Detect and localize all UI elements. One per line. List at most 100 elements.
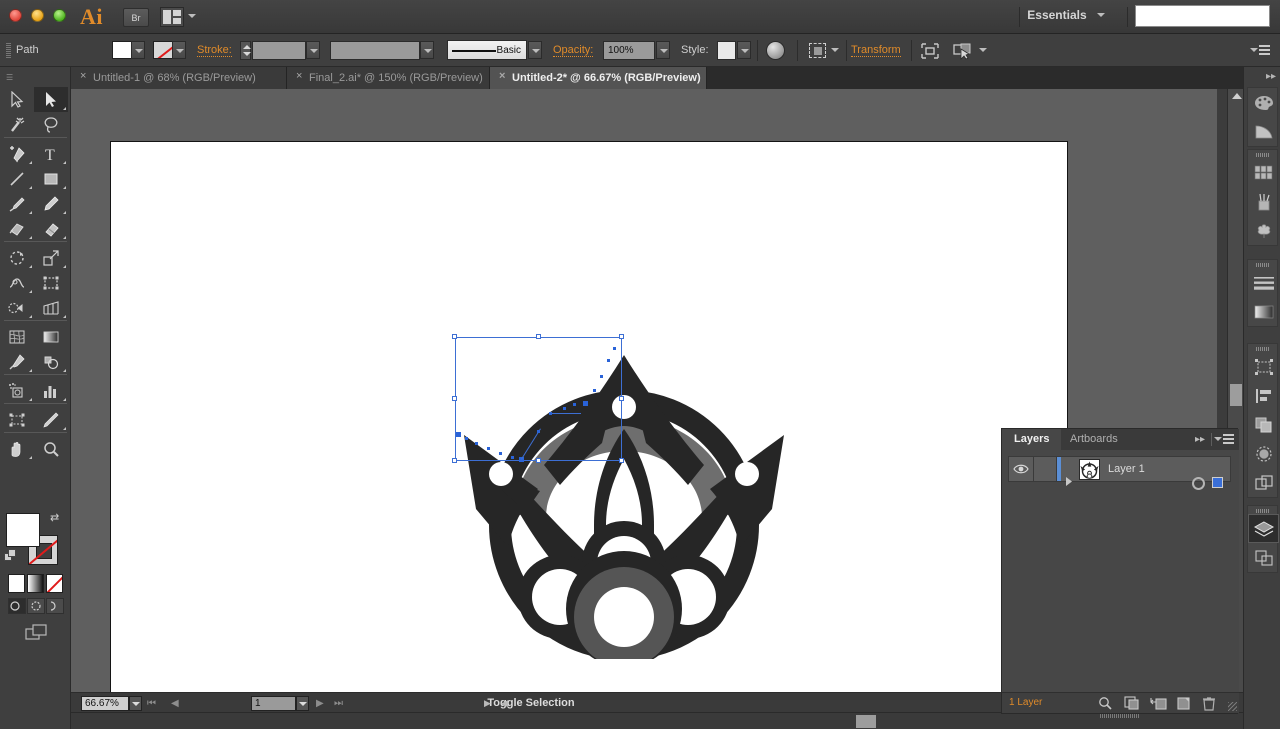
panel-menu-icon[interactable] [1214, 434, 1234, 446]
stroke-weight-field[interactable] [252, 41, 306, 60]
brush-definition-dropdown[interactable] [528, 41, 542, 59]
draw-normal-button[interactable] [8, 598, 26, 614]
layer-visibility-toggle[interactable] [1009, 457, 1033, 481]
horizontal-scrollbar[interactable] [71, 712, 1243, 729]
close-icon[interactable]: × [296, 71, 304, 82]
scroll-up-arrow[interactable] [1232, 93, 1242, 99]
mesh-tool[interactable] [0, 324, 34, 349]
page-number-field[interactable]: 1 [251, 696, 296, 711]
control-panel-menu-icon[interactable] [1250, 45, 1270, 57]
opacity-label[interactable]: Opacity: [553, 44, 594, 57]
shape-builder-tool[interactable] [0, 295, 34, 320]
appearance-panel-icon[interactable] [1248, 468, 1279, 497]
brush-definition-field[interactable]: Basic [447, 40, 527, 60]
gradient-panel-icon[interactable] [1248, 297, 1279, 326]
color-mode-button[interactable] [8, 574, 25, 593]
perspective-grid-tool[interactable] [34, 295, 68, 320]
pencil-tool[interactable] [34, 191, 68, 216]
maximize-button[interactable] [53, 9, 66, 22]
stroke-profile-dropdown[interactable] [420, 41, 434, 59]
status-resize-arrow[interactable]: ◀ [501, 698, 508, 709]
selection-handle-br[interactable] [619, 458, 624, 463]
close-icon[interactable]: × [80, 71, 88, 82]
screen-mode-button[interactable] [25, 624, 47, 642]
brushes-panel-icon[interactable] [1248, 187, 1279, 216]
fill-dropdown-button[interactable] [131, 41, 145, 59]
paintbrush-tool[interactable] [0, 191, 34, 216]
workspace-switcher[interactable]: Essentials [1027, 8, 1105, 22]
stroke-weight-dropdown[interactable] [306, 41, 320, 59]
type-tool[interactable]: T [34, 141, 68, 166]
stroke-dropdown-button[interactable] [172, 41, 186, 59]
tab-layers[interactable]: Layers [1002, 429, 1062, 450]
create-new-sublayer-icon[interactable] [1150, 696, 1167, 711]
width-tool[interactable] [0, 270, 34, 295]
draw-inside-button[interactable] [46, 598, 64, 614]
opacity-dropdown[interactable] [656, 41, 670, 59]
pen-tool[interactable] [0, 141, 34, 166]
search-input[interactable] [1135, 5, 1270, 27]
transparency-panel-icon[interactable] [1248, 439, 1279, 468]
align-icon[interactable] [809, 43, 826, 58]
symbol-sprayer-tool[interactable] [0, 378, 34, 403]
none-mode-button[interactable] [46, 574, 63, 593]
vertical-scroll-thumb[interactable] [1230, 384, 1242, 406]
status-menu-arrow[interactable]: ▶ [484, 698, 491, 709]
blend-tool[interactable] [34, 349, 68, 374]
free-transform-tool[interactable] [34, 270, 68, 295]
make-clipping-mask-icon[interactable] [1124, 696, 1140, 711]
control-bar-grip[interactable] [6, 43, 11, 59]
dock-group-grip[interactable] [1256, 509, 1270, 513]
minimize-button[interactable] [31, 9, 44, 22]
dock-group-grip[interactable] [1256, 347, 1270, 351]
chevron-down-icon[interactable] [188, 14, 196, 18]
artboards-panel-icon[interactable] [1248, 352, 1279, 381]
panel-drag-grip[interactable] [1099, 714, 1140, 718]
dock-group-grip[interactable] [1256, 153, 1270, 157]
document-tab-1[interactable]: × Untitled-1 @ 68% (RGB/Preview) [71, 67, 287, 89]
align-panel-icon[interactable] [1248, 381, 1279, 410]
artboard-tool[interactable] [0, 407, 34, 432]
opacity-field[interactable]: 100% [603, 41, 655, 60]
eyedropper-tool[interactable] [0, 349, 34, 374]
layers-panel-icon[interactable] [1248, 514, 1279, 543]
chevron-down-icon[interactable] [979, 48, 987, 52]
select-similar-icon[interactable] [952, 42, 974, 60]
transform-link[interactable]: Transform [851, 44, 901, 57]
graphic-style-dropdown[interactable] [737, 41, 751, 59]
swap-fill-stroke-icon[interactable]: ⇄ [50, 511, 59, 524]
dock-group-grip[interactable] [1256, 263, 1270, 267]
stroke-panel-icon[interactable] [1248, 268, 1279, 297]
rotate-tool[interactable] [0, 245, 34, 270]
layers-list[interactable]: Layer 1 [1002, 450, 1239, 694]
table-row[interactable]: Layer 1 [1008, 456, 1231, 490]
zoom-level-field[interactable]: 66.67% [81, 696, 129, 711]
eraser-tool[interactable] [34, 216, 68, 241]
color-guide-panel-icon[interactable] [1248, 117, 1279, 146]
blob-brush-tool[interactable] [0, 216, 34, 241]
first-page-icon[interactable]: ⏮ [147, 698, 156, 709]
selection-handle-bl[interactable] [452, 458, 457, 463]
color-panel-icon[interactable] [1248, 88, 1279, 117]
links-panel-icon[interactable] [1248, 543, 1279, 572]
close-button[interactable] [9, 9, 22, 22]
default-fill-stroke-icon[interactable] [4, 549, 17, 562]
align-objects-icon[interactable] [920, 42, 940, 60]
layer-lock-toggle[interactable] [1033, 457, 1057, 481]
selection-handle-tr[interactable] [619, 334, 624, 339]
arrange-documents-button[interactable] [160, 7, 184, 27]
line-segment-tool[interactable] [0, 166, 34, 191]
pathfinder-panel-icon[interactable] [1248, 410, 1279, 439]
document-tab-2[interactable]: × Final_2.ai* @ 150% (RGB/Preview) [287, 67, 490, 89]
swatches-panel-icon[interactable] [1248, 158, 1279, 187]
gradient-tool[interactable] [34, 324, 68, 349]
stroke-weight-label[interactable]: Stroke: [197, 44, 232, 57]
panel-resize-grip[interactable] [1228, 702, 1237, 711]
horizontal-scroll-thumb[interactable] [856, 715, 876, 728]
selection-tool[interactable] [0, 87, 34, 112]
selection-handle-bc[interactable] [536, 458, 541, 463]
document-tab-3[interactable]: × Untitled-2* @ 66.67% (RGB/Preview) [490, 67, 707, 89]
layers-panel[interactable]: Layers Artboards ▸▸ Layer 1 1 Layer [1001, 428, 1239, 718]
direct-selection-tool[interactable] [34, 87, 68, 112]
zoom-tool[interactable] [34, 436, 68, 461]
